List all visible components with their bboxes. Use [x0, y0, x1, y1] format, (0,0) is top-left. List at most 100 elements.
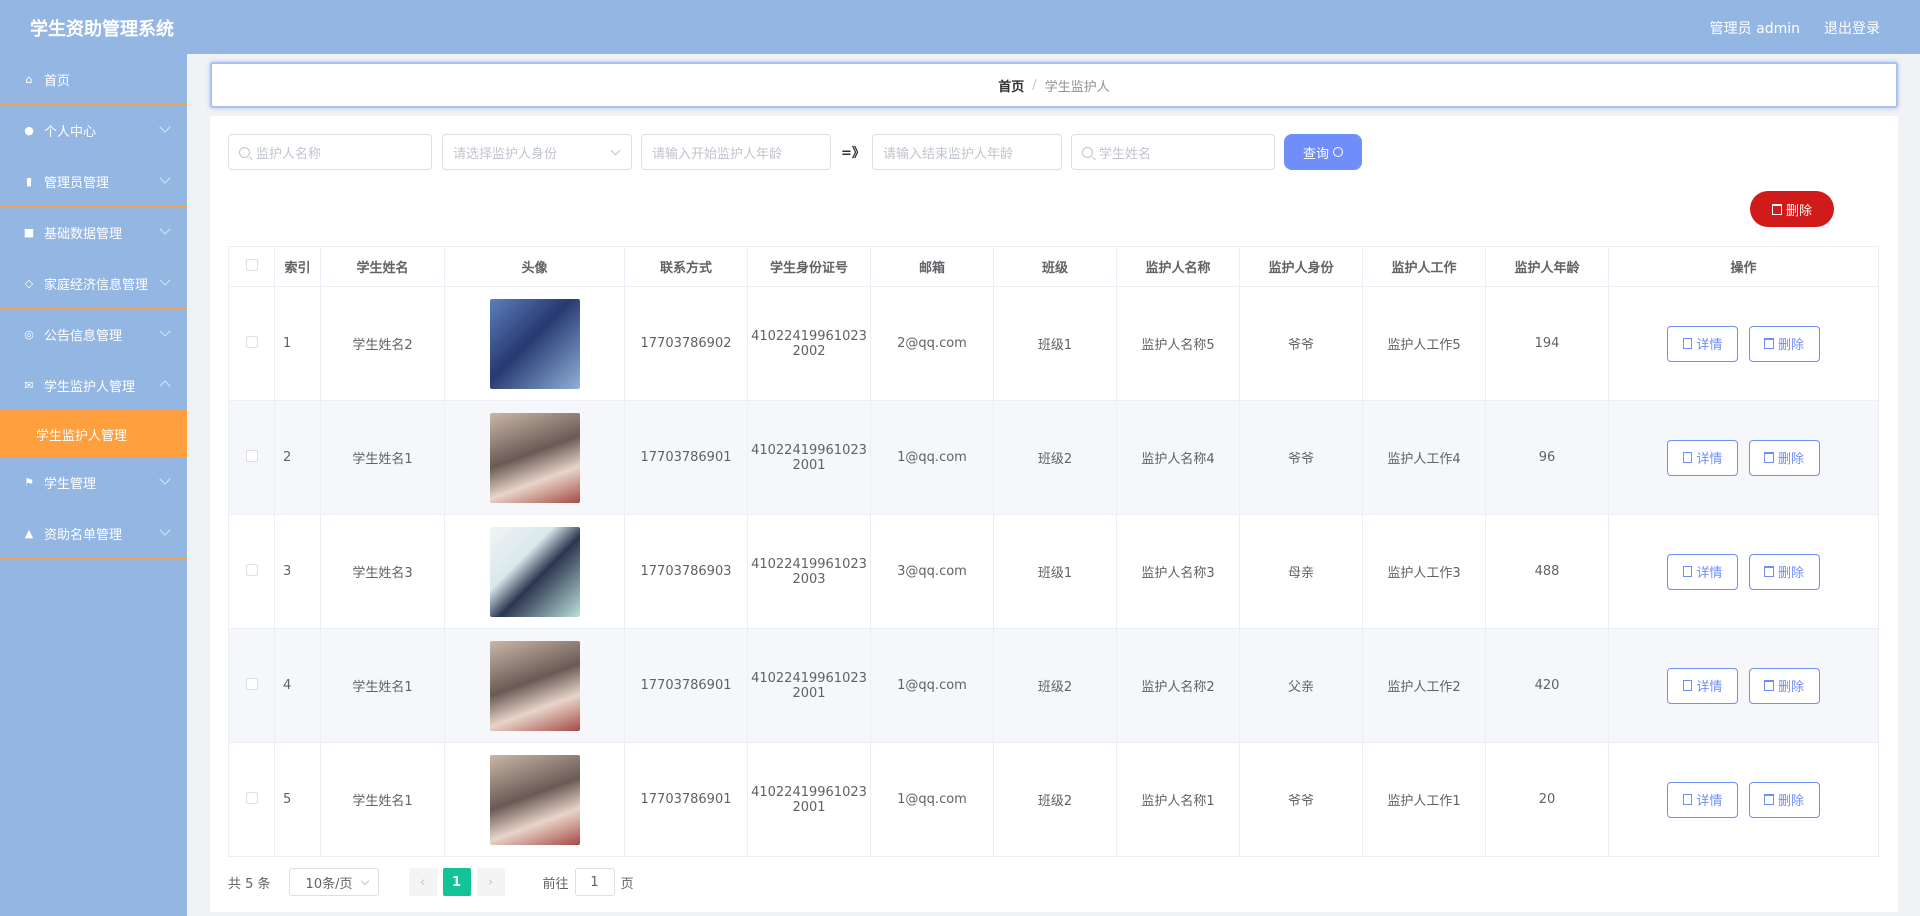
- class-cell: 班级1: [993, 286, 1117, 401]
- student-name-cell: 学生姓名1: [320, 742, 445, 857]
- sidebar-item-profile[interactable]: ● 个人中心: [0, 105, 187, 156]
- detail-button[interactable]: 详情: [1667, 325, 1739, 362]
- column-header: 班级: [993, 246, 1117, 287]
- next-page-button[interactable]: ›: [476, 868, 505, 896]
- detail-button[interactable]: 详情: [1667, 439, 1739, 476]
- bell-icon: ◇: [24, 276, 34, 290]
- breadcrumb-home[interactable]: 首页: [998, 76, 1024, 95]
- phone-cell: 17703786901: [624, 628, 748, 743]
- delete-button[interactable]: 删除: [1748, 439, 1820, 476]
- row-checkbox[interactable]: [245, 563, 258, 576]
- avatar-cell: [444, 400, 625, 515]
- trash-icon: [1764, 452, 1775, 463]
- id-line-2: 2002: [792, 343, 826, 359]
- thumbs-up-icon: ▲: [24, 526, 34, 540]
- chevron-up-icon: [159, 380, 171, 392]
- student-name-cell: 学生姓名1: [320, 400, 445, 515]
- column-header: 操作: [1608, 246, 1879, 287]
- envelope-icon: ✉: [24, 378, 34, 392]
- row-checkbox[interactable]: [245, 449, 258, 462]
- app-title: 学生资助管理系统: [30, 19, 174, 40]
- goto-page-input[interactable]: 1: [574, 868, 615, 896]
- index-cell: 1: [274, 286, 321, 401]
- guardian-identity-select[interactable]: 请选择监护人身份: [442, 134, 632, 170]
- guardian-job-cell: 监护人工作4: [1362, 400, 1486, 515]
- sidebar-item-home[interactable]: ⌂ 首页: [0, 54, 187, 105]
- total-count: 共 5 条: [228, 876, 271, 892]
- guardian-job-cell: 监护人工作3: [1362, 514, 1486, 629]
- age-start-input[interactable]: 请输入开始监护人年龄: [641, 134, 831, 170]
- id-number-cell: 41022419961023 2001: [747, 400, 871, 515]
- class-cell: 班级2: [993, 628, 1117, 743]
- sidebar-item-notice[interactable]: ◎ 公告信息管理: [0, 309, 187, 360]
- row-select-cell: [228, 628, 275, 743]
- guardian-age-cell: 194: [1485, 286, 1609, 401]
- sidebar-item-label: 基础数据管理: [44, 226, 123, 242]
- detail-button[interactable]: 详情: [1667, 781, 1739, 818]
- column-header: 学生身份证号: [747, 246, 871, 287]
- guardian-name-input[interactable]: 监护人名称: [228, 134, 432, 170]
- delete-label: 删除: [1778, 680, 1805, 695]
- delete-button[interactable]: 删除: [1748, 667, 1820, 704]
- id-line-2: 2001: [792, 799, 826, 815]
- sidebar-item-label: 资助名单管理: [44, 527, 123, 543]
- age-range-operator: =》: [841, 146, 865, 161]
- guardian-identity-cell: 父亲: [1239, 628, 1363, 743]
- guardian-name-cell: 监护人名称2: [1116, 628, 1240, 743]
- sidebar-item-admin[interactable]: ▮ 管理员管理: [0, 156, 187, 207]
- delete-button[interactable]: 删除: [1748, 553, 1820, 590]
- student-name-input[interactable]: 学生姓名: [1071, 134, 1275, 170]
- chevron-down-icon: [159, 223, 171, 235]
- detail-button[interactable]: 详情: [1667, 667, 1739, 704]
- column-header: 监护人年龄: [1485, 246, 1609, 287]
- guardian-job-cell: 监护人工作2: [1362, 628, 1486, 743]
- id-number-cell: 41022419961023 2001: [747, 742, 871, 857]
- select-all-checkbox[interactable]: [245, 258, 258, 271]
- id-line-1: 41022419961023: [751, 670, 867, 686]
- document-icon: [1683, 338, 1693, 349]
- page-size-select[interactable]: 10条/页: [288, 868, 379, 896]
- actions-cell: 详情 删除: [1608, 286, 1879, 401]
- detail-label: 详情: [1696, 452, 1723, 467]
- search-icon: [1333, 147, 1343, 157]
- sidebar-item-label: 首页: [44, 73, 71, 89]
- class-cell: 班级2: [993, 400, 1117, 515]
- row-checkbox[interactable]: [245, 677, 258, 690]
- row-checkbox[interactable]: [245, 791, 258, 804]
- chevron-down-icon: [360, 876, 369, 886]
- prev-page-button[interactable]: ‹: [408, 868, 437, 896]
- chevron-down-icon: [159, 121, 171, 133]
- detail-button[interactable]: 详情: [1667, 553, 1739, 590]
- row-checkbox[interactable]: [245, 335, 258, 348]
- chevron-down-icon: [159, 325, 171, 337]
- avatar: [489, 754, 580, 845]
- trash-icon: [1764, 566, 1775, 577]
- sidebar-item-basic-data[interactable]: ■ 基础数据管理: [0, 207, 187, 258]
- column-header: 监护人身份: [1239, 246, 1363, 287]
- sidebar-item-aid-list[interactable]: ▲ 资助名单管理: [0, 508, 187, 559]
- batch-delete-button[interactable]: 删除: [1750, 191, 1834, 227]
- delete-label: 删除: [1778, 338, 1805, 353]
- sidebar-item-student[interactable]: ⚑ 学生管理: [0, 457, 187, 508]
- column-header: 监护人工作: [1362, 246, 1486, 287]
- sidebar-item-guardian[interactable]: ✉ 学生监护人管理: [0, 360, 187, 411]
- search-icon: [239, 146, 250, 158]
- trash-icon: [1771, 203, 1782, 215]
- guardian-name-cell: 监护人名称5: [1116, 286, 1240, 401]
- chevron-down-icon: [610, 145, 621, 156]
- delete-button[interactable]: 删除: [1748, 781, 1820, 818]
- column-header: 索引: [274, 246, 321, 287]
- age-end-input[interactable]: 请输入结束监护人年龄: [872, 134, 1062, 170]
- id-line-1: 41022419961023: [751, 442, 867, 458]
- age-end-placeholder: 请输入结束监护人年龄: [883, 146, 1014, 162]
- query-button[interactable]: 查询: [1284, 134, 1362, 170]
- goto-suffix: 页: [620, 876, 634, 892]
- page-number-current[interactable]: 1: [442, 868, 471, 896]
- sidebar-item-label: 管理员管理: [44, 175, 110, 191]
- table-row: 5 学生姓名1 17703786901 41022419961023 2001 1…: [228, 742, 1879, 857]
- delete-button[interactable]: 删除: [1748, 325, 1820, 362]
- sidebar-subitem-guardian[interactable]: 学生监护人管理: [0, 411, 187, 457]
- sidebar-item-family-economy[interactable]: ◇ 家庭经济信息管理: [0, 258, 187, 309]
- logout-button[interactable]: 退出登录: [1824, 18, 1880, 38]
- briefcase-icon: ■: [23, 225, 35, 239]
